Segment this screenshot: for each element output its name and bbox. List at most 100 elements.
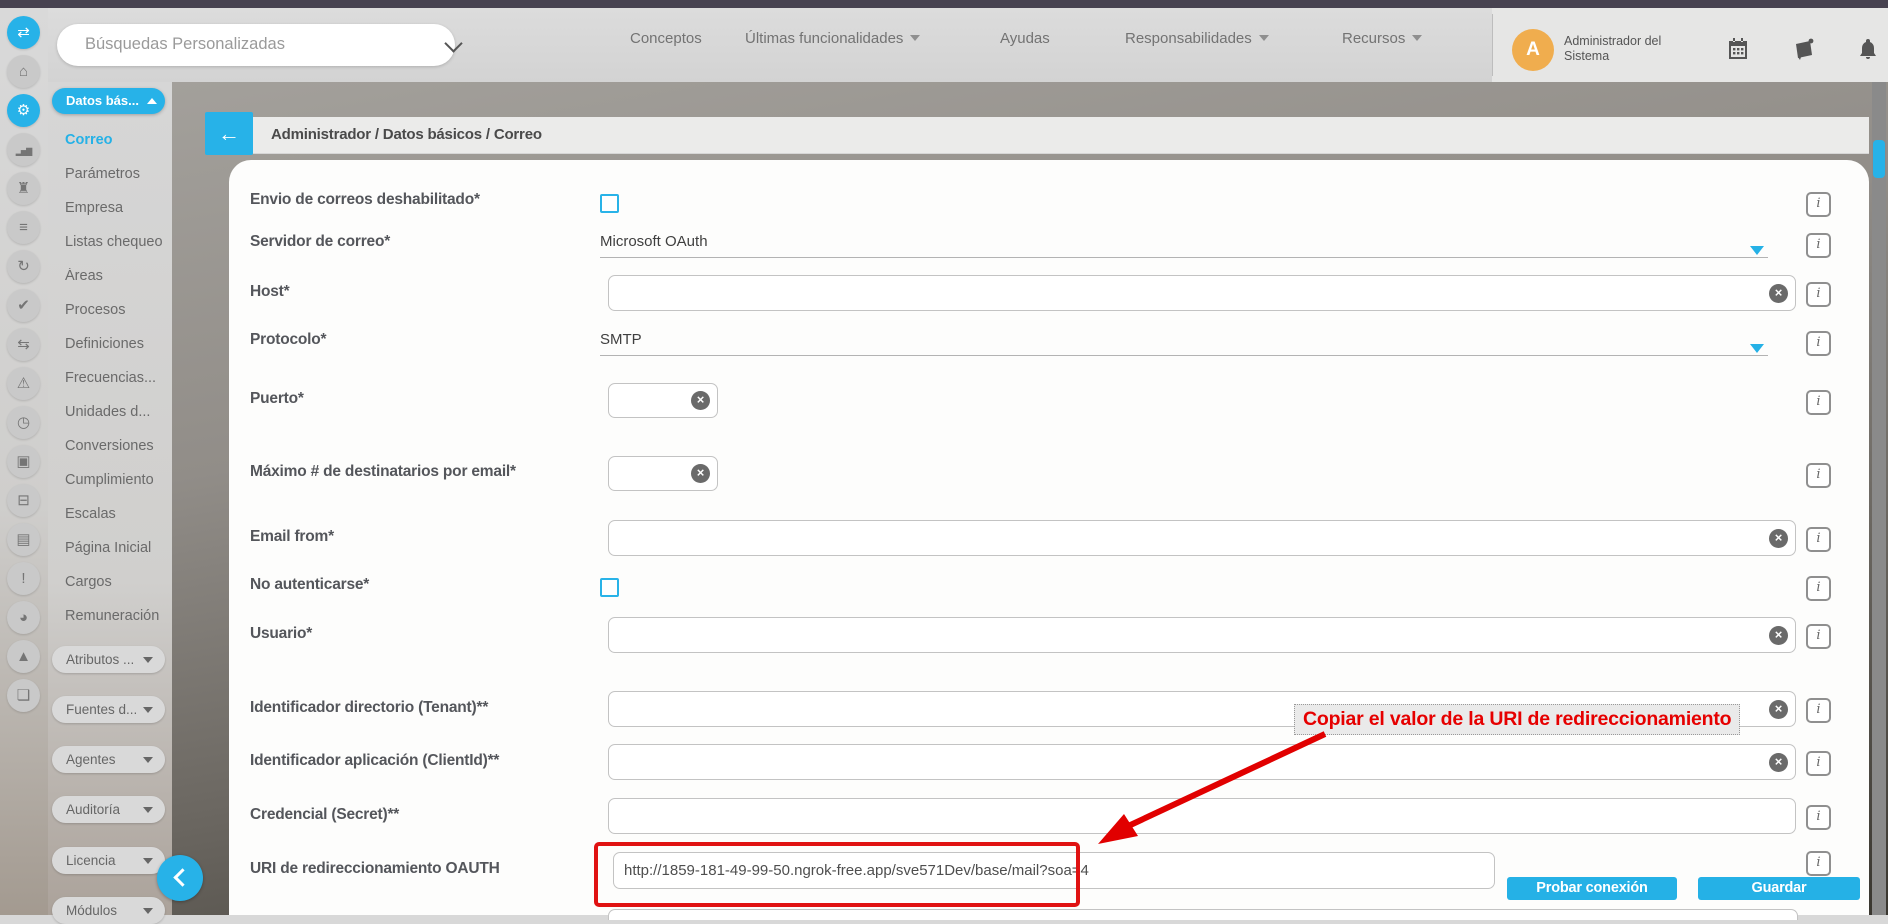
sidebar-item-areas[interactable]: Áreas — [65, 268, 170, 284]
briefcase-icon[interactable]: ▣ — [7, 445, 40, 478]
sidebar-item-conversiones[interactable]: Conversiones — [65, 438, 170, 454]
chevron-down-icon — [143, 858, 153, 864]
sliders-icon[interactable]: ⇆ — [7, 328, 40, 361]
info-icon[interactable]: i — [1806, 527, 1831, 552]
sidebar-item-frecuencias[interactable]: Frecuencias... — [65, 370, 170, 386]
custom-searches-dropdown[interactable]: Búsquedas Personalizadas — [57, 24, 455, 66]
info-icon[interactable]: i — [1806, 751, 1831, 776]
protocolo-select[interactable]: SMTP — [600, 331, 642, 348]
notes-icon[interactable] — [1792, 37, 1816, 61]
info-icon[interactable]: i — [1806, 331, 1831, 356]
book-icon[interactable]: ❏ — [7, 679, 40, 712]
sidebar-item-cumplimiento[interactable]: Cumplimiento — [65, 472, 170, 488]
email-from-input[interactable] — [608, 520, 1796, 556]
sidebar-group-modulos[interactable]: Módulos — [52, 897, 165, 924]
sidebar-section-datos-basicos[interactable]: Datos bás... — [52, 88, 165, 114]
nav-responsabilidades[interactable]: Responsabilidades — [1125, 30, 1269, 47]
sidebar-item-parametros[interactable]: Parámetros — [65, 166, 170, 182]
nav-ultimas-funcionalidades[interactable]: Últimas funcionalidades — [745, 30, 920, 47]
form-list-icon[interactable]: ▤ — [7, 523, 40, 556]
bar-chart-icon[interactable]: ▂▅▇ — [7, 133, 40, 166]
chevron-down-icon — [143, 807, 153, 813]
chevron-down-icon — [143, 757, 153, 763]
pie-chart-icon[interactable]: ◕ — [7, 601, 40, 634]
breadcrumb: Administrador / Datos básicos / Correo — [271, 126, 542, 143]
dropdown-arrow-icon[interactable] — [1750, 246, 1764, 255]
info-icon[interactable]: i — [1806, 192, 1831, 217]
field-label-envio: Envio de correos deshabilitado* — [250, 191, 600, 209]
clear-icon[interactable]: × — [691, 464, 710, 483]
sidebar-item-remuneracion[interactable]: Remuneración — [65, 608, 170, 624]
sidebar-collapse-button[interactable] — [157, 855, 203, 901]
sidebar-item-escalas[interactable]: Escalas — [65, 506, 170, 522]
clock-icon[interactable]: ◷ — [7, 406, 40, 439]
host-input[interactable] — [608, 275, 1796, 311]
scrollbar-track[interactable] — [1872, 82, 1886, 915]
info-icon[interactable]: i — [1806, 851, 1831, 876]
clear-icon[interactable]: × — [691, 391, 710, 410]
clear-icon[interactable]: × — [1769, 529, 1788, 548]
dropdown-arrow-icon[interactable] — [1750, 344, 1764, 353]
shuffle-icon[interactable]: ⇄ — [7, 16, 40, 49]
check-icon[interactable]: ✔ — [7, 289, 40, 322]
calendar-icon[interactable] — [1726, 37, 1750, 61]
annotation-text: Copiar el valor de la URI de redireccion… — [1294, 704, 1740, 735]
field-label-secret: Credencial (Secret)** — [250, 806, 600, 824]
sidebar-item-unidades[interactable]: Unidades d... — [65, 404, 170, 420]
chevron-up-icon — [147, 98, 157, 104]
avatar[interactable]: A — [1512, 29, 1554, 71]
sidebar-item-listas-chequeo[interactable]: Listas chequeo — [65, 234, 170, 250]
database-icon[interactable]: ≡ — [7, 211, 40, 244]
clear-icon[interactable]: × — [1769, 284, 1788, 303]
field-label-servidor: Servidor de correo* — [250, 233, 600, 251]
sidebar-item-correo[interactable]: Correo — [65, 132, 170, 148]
clear-icon[interactable]: × — [1769, 700, 1788, 719]
field-label-email-from: Email from* — [250, 528, 600, 546]
scrollbar-thumb[interactable] — [1873, 140, 1885, 178]
save-button[interactable]: Guardar — [1698, 877, 1860, 900]
sidebar-item-pagina-inicial[interactable]: Página Inicial — [65, 540, 170, 556]
clear-icon[interactable]: × — [1769, 753, 1788, 772]
usuario-input[interactable] — [608, 617, 1796, 653]
gear-icon[interactable]: ⚙ — [7, 94, 40, 127]
exclamation-icon[interactable]: ! — [7, 562, 40, 595]
chevron-down-icon — [143, 707, 153, 713]
info-icon[interactable]: i — [1806, 805, 1831, 830]
warning-icon[interactable]: ⚠ — [7, 367, 40, 400]
sidebar-item-empresa[interactable]: Empresa — [65, 200, 170, 216]
rook-icon[interactable]: ♜ — [7, 172, 40, 205]
info-icon[interactable]: i — [1806, 463, 1831, 488]
back-button[interactable]: ← — [205, 112, 253, 155]
info-icon[interactable]: i — [1806, 576, 1831, 601]
sidebar-item-procesos[interactable]: Procesos — [65, 302, 170, 318]
sidebar-item-cargos[interactable]: Cargos — [65, 574, 170, 590]
sidebar-group-atributos[interactable]: Atributos ... — [52, 646, 165, 673]
sidebar-group-licencia[interactable]: Licencia — [52, 847, 165, 874]
servidor-select[interactable]: Microsoft OAuth — [600, 233, 708, 250]
sidebar-group-auditoria[interactable]: Auditoría — [52, 796, 165, 823]
chevron-down-icon — [910, 35, 920, 41]
sidebar-group-agentes[interactable]: Agentes — [52, 746, 165, 773]
field-label-uri: URI de redireccionamiento OAUTH — [250, 860, 600, 878]
info-icon[interactable]: i — [1806, 624, 1831, 649]
envio-checkbox[interactable] — [600, 194, 619, 213]
pyramid-icon[interactable]: ▲ — [7, 640, 40, 673]
info-icon[interactable]: i — [1806, 390, 1831, 415]
select-underline — [600, 257, 1768, 258]
presentation-icon[interactable]: ⊟ — [7, 484, 40, 517]
info-icon[interactable]: i — [1806, 282, 1831, 307]
sync-icon[interactable]: ↻ — [7, 250, 40, 283]
back-arrow-icon: ← — [218, 121, 240, 146]
nav-ayudas[interactable]: Ayudas — [1000, 30, 1050, 47]
clear-icon[interactable]: × — [1769, 626, 1788, 645]
bell-icon[interactable] — [1856, 37, 1880, 61]
home-icon[interactable]: ⌂ — [7, 55, 40, 88]
no-autenticarse-checkbox[interactable] — [600, 578, 619, 597]
test-connection-button[interactable]: Probar conexión — [1507, 877, 1677, 900]
nav-recursos[interactable]: Recursos — [1342, 30, 1422, 47]
sidebar-group-fuentes[interactable]: Fuentes d... — [52, 696, 165, 723]
info-icon[interactable]: i — [1806, 233, 1831, 258]
info-icon[interactable]: i — [1806, 698, 1831, 723]
nav-conceptos[interactable]: Conceptos — [630, 30, 702, 47]
sidebar-item-definiciones[interactable]: Definiciones — [65, 336, 170, 352]
